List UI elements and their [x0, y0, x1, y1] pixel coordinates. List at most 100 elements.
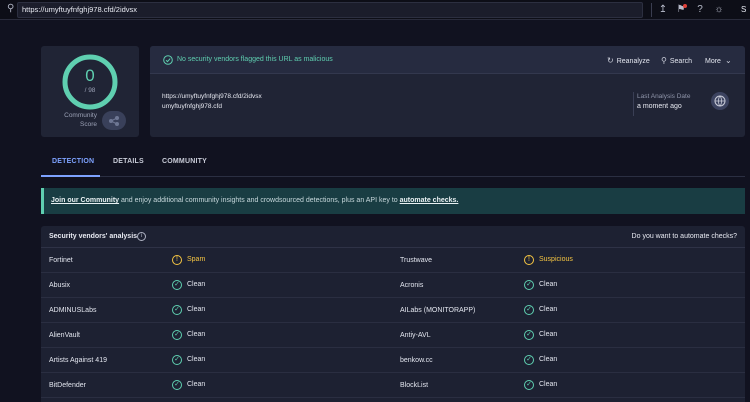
vendor-result-label: Clean: [187, 281, 206, 288]
check-circle-icon: ✓: [172, 330, 182, 340]
vendor-result: ✓ Clean: [172, 304, 205, 316]
tab-community[interactable]: COMMUNITY: [162, 158, 207, 165]
vendor-name: Fortinet: [49, 257, 73, 264]
vendor-name: BitDefender: [49, 382, 86, 389]
vendor-result-label: Suspicious: [539, 256, 573, 263]
table-row: Fortinet! Spam Trustwave! Suspicious: [41, 248, 745, 273]
vendor-name: Trustwave: [400, 257, 433, 264]
search-icon: ⚲: [661, 56, 667, 65]
analyzed-url: https://umyftuyfnfghj978.cfd/2idvsx: [162, 93, 262, 100]
vendor-result: ✓ Clean: [524, 329, 557, 341]
community-vote-button[interactable]: [102, 111, 126, 130]
vendor-name: Abusix: [49, 282, 71, 289]
check-circle-icon: ✓: [524, 330, 534, 340]
vendor-result-label: Clean: [187, 356, 206, 363]
vendor-result-label: Clean: [539, 306, 558, 313]
search-label: Search: [669, 58, 693, 65]
reanalyze-label: Reanalyze: [616, 58, 650, 65]
url-search-input[interactable]: https://umyftuyfnfghj978.cfd/2idvsx: [17, 2, 643, 18]
theme-icon[interactable]: ☼: [712, 3, 726, 17]
last-analysis-label: Last Analysis Date: [637, 93, 691, 100]
vendor-name: AILabs (MONITORAPP): [400, 307, 476, 314]
check-circle-icon: [163, 55, 173, 65]
vendor-name: AlienVault: [49, 332, 81, 339]
vendor-result: ✓ Clean: [524, 379, 557, 391]
vendor-result-label: Clean: [539, 381, 558, 388]
vendor-result: ✓ Clean: [524, 304, 557, 316]
warning-circle-icon: !: [172, 255, 182, 265]
vendor-result: ✓ Clean: [172, 279, 205, 291]
check-circle-icon: ✓: [172, 355, 182, 365]
more-label: More: [705, 58, 721, 65]
vendor-result-label: Clean: [539, 281, 558, 288]
reload-icon: ↻: [607, 56, 614, 65]
status-message: No security vendors flagged this URL as …: [177, 56, 333, 63]
active-tab-indicator: [41, 175, 100, 177]
vendor-result-label: Clean: [187, 306, 206, 313]
vendor-result-label: Clean: [187, 331, 206, 338]
url-globe-icon: [711, 92, 729, 110]
table-row: BitDefender ✓ Clean BlockList ✓ Clean: [41, 373, 745, 398]
check-circle-icon: ✓: [524, 305, 534, 315]
tab-bar: DETECTION DETAILS COMMUNITY: [41, 155, 745, 177]
vendor-result: ✓ Clean: [524, 279, 557, 291]
vendor-result-label: Clean: [539, 356, 558, 363]
vendor-result-label: Clean: [539, 331, 558, 338]
table-row: Artists Against 419 ✓ Clean benkow.cc ✓ Clean: [41, 348, 745, 373]
vendor-name: BlockList: [400, 382, 429, 389]
search-button[interactable]: ⚲ Search: [661, 56, 692, 65]
table-row: AlienVault ✓ Clean Antiy-AVL ✓ Clean: [41, 323, 745, 348]
more-button[interactable]: More ⌄: [705, 56, 735, 65]
join-community-link[interactable]: Join our Community: [51, 197, 119, 204]
vendor-name: ADMINUSLabs: [49, 307, 97, 314]
table-row: Abusix ✓ Clean Acronis ✓ Clean: [41, 273, 745, 298]
vendor-name: Artists Against 419: [49, 357, 107, 364]
vendor-name: Antiy-AVL: [400, 332, 431, 339]
upload-icon[interactable]: ↥: [656, 3, 670, 17]
vendors-header: Security vendors' analysis i Do you want…: [41, 226, 745, 248]
automate-checks-link[interactable]: automate checks.: [400, 197, 459, 204]
summary-panel: No security vendors flagged this URL as …: [150, 46, 745, 137]
vendor-name: benkow.cc: [400, 357, 433, 364]
automate-checks-prompt[interactable]: Do you want to automate checks?: [632, 233, 737, 240]
banner-text: and enjoy additional community insights …: [119, 197, 400, 204]
check-circle-icon: ✓: [172, 380, 182, 390]
vendor-result: ✓ Clean: [172, 354, 205, 366]
toolbar-divider: [651, 3, 652, 17]
check-circle-icon: ✓: [524, 380, 534, 390]
vendors-title: Security vendors' analysis: [49, 233, 138, 240]
vendor-result: ! Spam: [172, 254, 205, 266]
vendor-result-label: Clean: [187, 381, 206, 388]
info-icon[interactable]: i: [137, 232, 146, 241]
tab-details[interactable]: DETAILS: [113, 158, 144, 165]
community-score-label: Community Score: [41, 111, 97, 129]
reanalyze-button[interactable]: ↻ Reanalyze: [607, 56, 650, 65]
warning-circle-icon: !: [524, 255, 534, 265]
vendors-analysis-panel: Security vendors' analysis i Do you want…: [41, 226, 745, 402]
check-circle-icon: ✓: [172, 305, 182, 315]
check-circle-icon: ✓: [524, 280, 534, 290]
vote-icon: [109, 115, 119, 126]
table-row: ADMINUSLabs ✓ Clean AILabs (MONITORAPP) ✓ Cle…: [41, 298, 745, 323]
community-label-line2: Score: [80, 121, 97, 128]
vendor-name: Acronis: [400, 282, 424, 289]
chevron-down-icon: ⌄: [724, 56, 732, 65]
help-icon[interactable]: ?: [693, 3, 707, 17]
divider: [633, 92, 634, 116]
top-bar: ⚲ https://umyftuyfnfghj978.cfd/2idvsx ↥ …: [0, 0, 750, 20]
analyzed-host: umyftuyfnfghj978.cfd: [162, 103, 222, 110]
vendor-result-label: Spam: [187, 256, 206, 263]
vendor-result: ✓ Clean: [172, 379, 205, 391]
community-banner: Join our Community and enjoy additional …: [41, 188, 745, 214]
vendor-result: ✓ Clean: [524, 354, 557, 366]
vendor-result: ! Suspicious: [524, 254, 573, 266]
score-total: / 98: [84, 87, 96, 94]
score-value: 0: [85, 66, 95, 85]
sign-in-button[interactable]: S: [741, 3, 750, 17]
community-label-line1: Community: [64, 112, 97, 119]
tab-detection[interactable]: DETECTION: [52, 158, 94, 165]
summary-header: No security vendors flagged this URL as …: [150, 46, 745, 74]
check-circle-icon: ✓: [524, 355, 534, 365]
search-icon[interactable]: ⚲: [7, 4, 17, 14]
flag-icon[interactable]: ⚑: [674, 3, 688, 17]
